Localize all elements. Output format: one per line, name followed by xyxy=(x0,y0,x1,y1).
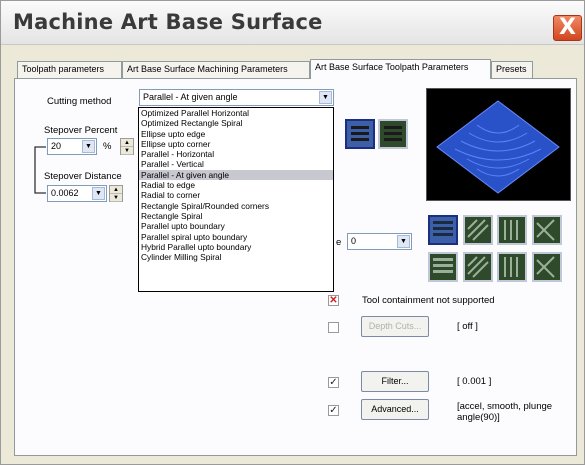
angle-label-fragment: e xyxy=(336,237,342,248)
tool-containment-label: Tool containment not supported xyxy=(362,295,495,306)
pattern-button-horizontal-alt[interactable] xyxy=(428,252,458,282)
horizontal-lines-icon xyxy=(351,126,369,141)
dropdown-option[interactable]: Parallel - Horizontal xyxy=(139,149,333,159)
depth-cuts-checkbox[interactable] xyxy=(328,322,339,333)
stepover-distance-label: Stepover Distance xyxy=(44,171,122,182)
crosshatch-icon xyxy=(536,219,555,241)
angle-select[interactable]: 0 ▼ xyxy=(347,233,412,250)
dropdown-option[interactable]: Cylinder Milling Spiral xyxy=(139,252,333,262)
horizontal-lines-icon xyxy=(433,258,453,273)
stepover-percent-label: Stepover Percent xyxy=(44,125,118,136)
tool-containment-checkbox[interactable]: ✕ xyxy=(328,295,339,306)
direction-button-alternate[interactable] xyxy=(378,119,408,149)
horizontal-lines-icon xyxy=(384,126,402,141)
stepover-distance-select[interactable]: 0.0062 ▼ xyxy=(47,185,107,202)
dropdown-option[interactable]: Parallel spiral upto boundary xyxy=(139,232,333,242)
tab-strip: Toolpath parameters Art Base Surface Mac… xyxy=(17,59,577,79)
advanced-checkbox[interactable]: ✓ xyxy=(328,405,339,416)
stepover-percent-unit: % xyxy=(103,141,112,152)
tab-machining-parameters[interactable]: Art Base Surface Machining Parameters xyxy=(122,61,310,78)
angle-value: 0 xyxy=(351,236,357,246)
link-bracket-icon xyxy=(34,146,46,194)
dropdown-option[interactable]: Parallel - Vertical xyxy=(139,159,333,169)
chevron-down-icon[interactable]: ▼ xyxy=(319,91,332,104)
depth-cuts-button[interactable]: Depth Cuts... xyxy=(361,316,429,337)
title-bar: Machine Art Base Surface X xyxy=(1,1,584,45)
toolpath-preview xyxy=(426,88,571,201)
dropdown-option-selected[interactable]: Parallel - At given angle xyxy=(139,169,333,181)
tab-presets[interactable]: Presets xyxy=(491,61,533,78)
chevron-down-icon[interactable]: ▼ xyxy=(92,187,105,200)
pattern-button-crosshatch[interactable] xyxy=(532,215,562,245)
cutting-method-label: Cutting method xyxy=(47,96,112,107)
diagonal-lines-icon xyxy=(467,219,489,241)
dropdown-option[interactable]: Ellipse upto edge xyxy=(139,129,333,139)
filter-button[interactable]: Filter... xyxy=(361,371,429,392)
filter-status: [ 0.001 ] xyxy=(457,376,492,387)
depth-cuts-status: [ off ] xyxy=(457,321,478,332)
advanced-status-line2: angle(90)] xyxy=(457,412,500,423)
stepover-percent-value: 20 xyxy=(51,141,62,151)
dropdown-option[interactable]: Radial to corner xyxy=(139,190,333,200)
dropdown-option[interactable]: Rectangle Spiral/Rounded corners xyxy=(139,201,333,211)
horizontal-lines-icon xyxy=(433,221,453,236)
surface-preview-graphic xyxy=(436,100,560,194)
vertical-lines-icon xyxy=(504,220,518,240)
advanced-status-line1: [accel, smooth, plunge xyxy=(457,401,553,412)
close-button[interactable]: X xyxy=(553,15,582,41)
tab-toolpath-parameters[interactable]: Toolpath parameters xyxy=(17,61,122,78)
stepover-distance-value: 0.0062 xyxy=(51,188,79,198)
tab-toolpath-parameters-active[interactable]: Art Base Surface Toolpath Parameters xyxy=(310,59,491,79)
dialog-window: Machine Art Base Surface X Toolpath para… xyxy=(0,0,585,465)
pattern-button-vertical[interactable] xyxy=(497,215,527,245)
direction-button-horizontal[interactable] xyxy=(345,119,375,149)
pattern-button-diagonal-alt[interactable] xyxy=(463,252,493,282)
window-title: Machine Art Base Surface xyxy=(13,10,323,34)
dropdown-option[interactable]: Parallel upto boundary xyxy=(139,221,333,231)
dropdown-option[interactable]: Radial to edge xyxy=(139,180,333,190)
stepover-percent-spinner[interactable]: ▲ ▼ xyxy=(120,138,134,155)
pattern-button-crosshatch-alt[interactable] xyxy=(532,252,562,282)
vertical-lines-icon xyxy=(504,257,518,277)
stepover-percent-select[interactable]: 20 ▼ xyxy=(47,138,97,155)
dropdown-option[interactable]: Optimized Parallel Horizontal xyxy=(139,108,333,118)
pattern-button-horizontal[interactable] xyxy=(428,215,458,245)
cutting-method-select[interactable]: Parallel - At given angle ▼ xyxy=(139,89,334,106)
crosshatch-icon xyxy=(536,256,555,278)
filter-checkbox[interactable]: ✓ xyxy=(328,377,339,388)
stepover-distance-spinner[interactable]: ▲ ▼ xyxy=(109,185,123,202)
chevron-down-icon[interactable]: ▼ xyxy=(82,140,95,153)
chevron-down-icon[interactable]: ▼ xyxy=(397,235,410,248)
dropdown-option[interactable]: Optimized Rectangle Spiral xyxy=(139,118,333,128)
diagonal-lines-icon xyxy=(467,256,489,278)
dropdown-option[interactable]: Rectangle Spiral xyxy=(139,211,333,221)
dropdown-option[interactable]: Ellipse upto corner xyxy=(139,139,333,149)
cutting-method-value: Parallel - At given angle xyxy=(143,92,238,102)
advanced-button[interactable]: Advanced... xyxy=(361,399,429,420)
pattern-button-diagonal[interactable] xyxy=(463,215,493,245)
pattern-button-vertical-alt[interactable] xyxy=(497,252,527,282)
dropdown-option[interactable]: Hybrid Parallel upto boundary xyxy=(139,242,333,252)
cutting-method-dropdown[interactable]: Optimized Parallel Horizontal Optimized … xyxy=(138,107,334,292)
